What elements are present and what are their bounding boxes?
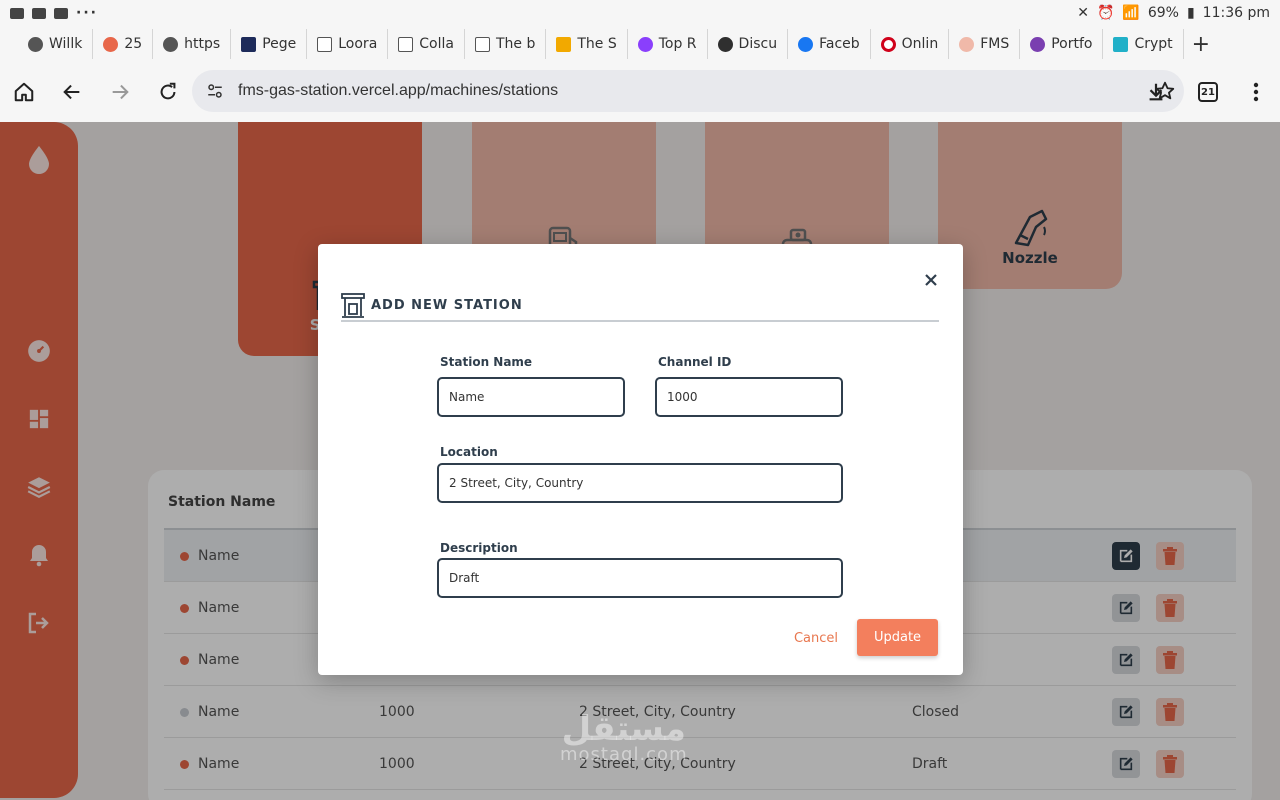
tab-favicon-icon: [241, 36, 257, 52]
arrow-right-icon: [112, 84, 129, 100]
browser-tab[interactable]: 25: [93, 29, 154, 59]
browser-tab[interactable]: Loora: [307, 29, 389, 59]
close-icon: [925, 274, 937, 286]
gas-station-icon: [341, 293, 365, 318]
tab-favicon-icon: [103, 36, 119, 52]
tab-favicon-icon: [28, 36, 43, 52]
reload-icon: [160, 82, 176, 100]
document-icon: [317, 36, 333, 52]
new-tab-button[interactable]: +: [1192, 32, 1210, 57]
more-vert-icon: [1253, 82, 1259, 102]
reload-button[interactable]: [144, 68, 192, 116]
location-input[interactable]: [437, 463, 843, 503]
browser-tab[interactable]: Onlin: [871, 29, 950, 59]
tab-strip: Willk 25 https Pege Loora Colla The b Th…: [0, 26, 1280, 62]
menu-button[interactable]: [1232, 68, 1280, 116]
channel-id-input[interactable]: [655, 377, 843, 417]
description-label: Description: [440, 541, 518, 555]
gallery-icon: [10, 7, 24, 19]
close-button[interactable]: [921, 270, 941, 290]
document-icon: [398, 36, 414, 52]
tab-favicon-icon: [717, 36, 733, 52]
tab-favicon-icon: [637, 36, 653, 52]
more-notifications-icon: ···: [76, 5, 98, 21]
cancel-button[interactable]: Cancel: [786, 620, 846, 656]
tab-favicon-icon: [556, 36, 572, 52]
browser-tab[interactable]: The b: [465, 29, 547, 59]
download-icon: [1149, 83, 1163, 101]
alarm-icon: ⏰: [1096, 5, 1115, 21]
station-name-input[interactable]: [437, 377, 625, 417]
battery-level: 69%: [1147, 5, 1179, 21]
battery-icon: ▮: [1186, 5, 1195, 21]
back-button[interactable]: [48, 68, 96, 116]
download-button[interactable]: [1132, 68, 1180, 116]
update-button[interactable]: Update: [857, 619, 938, 656]
url-text[interactable]: fms-gas-station.vercel.app/machines/stat…: [238, 82, 558, 100]
wifi-icon: 📶: [1122, 5, 1140, 21]
mute-icon: ✕: [1077, 5, 1089, 21]
browser-tab[interactable]: Top R: [628, 29, 708, 59]
home-button[interactable]: [0, 68, 48, 116]
browser-tab[interactable]: https: [153, 29, 232, 59]
tab-favicon-icon: [880, 36, 896, 52]
site-settings-icon[interactable]: [206, 82, 224, 100]
tab-switcher-button[interactable]: 21: [1184, 68, 1232, 116]
tab-favicon-icon: [163, 36, 179, 52]
browser-tab[interactable]: FMS: [949, 29, 1021, 59]
browser-tab[interactable]: Discu: [708, 29, 789, 59]
tab-favicon-icon: [1030, 36, 1046, 52]
tab-favicon-icon: [1113, 36, 1129, 52]
dialog-header: ADD NEW STATION: [341, 290, 939, 322]
browser-tab[interactable]: The S: [546, 29, 628, 59]
facebook-icon: [798, 36, 814, 52]
home-icon: [14, 82, 34, 102]
drop-icon: [959, 36, 975, 52]
youtube-icon: [54, 7, 68, 19]
browser-tab[interactable]: Pege: [231, 29, 308, 59]
status-bar: ··· ✕ ⏰ 📶 69% ▮ 11:36 pm: [0, 0, 1280, 26]
browser-tab[interactable]: Colla: [388, 29, 465, 59]
browser-tab[interactable]: Faceb: [788, 29, 871, 59]
add-station-dialog: ADD NEW STATION Station Name Channel ID …: [318, 244, 963, 675]
browser-toolbar: fms-gas-station.vercel.app/machines/stat…: [0, 62, 1280, 122]
arrow-left-icon: [63, 84, 80, 100]
browser-tab[interactable]: Portfo: [1020, 29, 1104, 59]
youtube-icon: [32, 7, 46, 19]
description-input[interactable]: [437, 558, 843, 598]
browser-tab[interactable]: Crypt: [1103, 29, 1184, 59]
station-name-label: Station Name: [440, 355, 533, 369]
dialog-title: ADD NEW STATION: [371, 297, 523, 313]
clock: 11:36 pm: [1202, 5, 1270, 21]
channel-id-label: Channel ID: [658, 355, 732, 369]
address-bar[interactable]: fms-gas-station.vercel.app/machines/stat…: [192, 70, 1184, 112]
watermark: مستقل mostaql.com: [560, 709, 688, 765]
document-icon: [474, 36, 490, 52]
forward-button[interactable]: [96, 68, 144, 116]
tab-count: 21: [1198, 82, 1218, 102]
location-label: Location: [440, 445, 498, 459]
browser-tab[interactable]: Willk: [18, 29, 94, 59]
